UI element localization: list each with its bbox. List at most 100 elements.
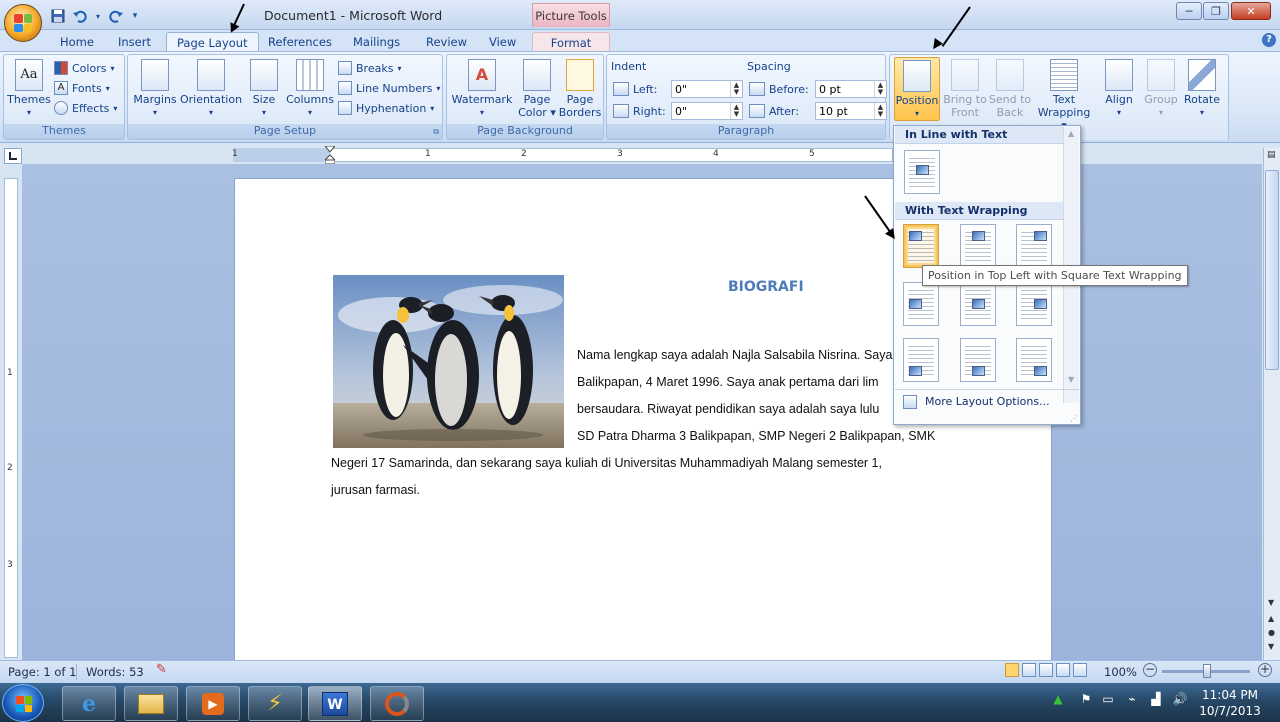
zoom-out-icon[interactable]: − <box>1143 663 1157 677</box>
taskbar-media-player[interactable]: ▶ <box>186 686 240 721</box>
tab-format[interactable]: Format <box>532 32 610 52</box>
tab-references[interactable]: References <box>258 32 342 52</box>
proofing-icon[interactable]: ✎ <box>156 662 172 678</box>
columns-button[interactable]: Columns ▾ <box>286 59 334 119</box>
tab-mailings[interactable]: Mailings <box>343 32 410 52</box>
redo-icon[interactable] <box>108 8 124 24</box>
rotate-button[interactable]: Rotate ▾ <box>1182 59 1222 119</box>
draft-icon[interactable] <box>1073 663 1087 677</box>
colors-button[interactable]: Colors ▾ <box>54 58 117 78</box>
tab-home[interactable]: Home <box>50 32 104 52</box>
help-icon[interactable]: ? <box>1262 33 1276 47</box>
word-count-status[interactable]: Words: 53 <box>86 665 144 679</box>
tooltip: Position in Top Left with Square Text Wr… <box>922 265 1188 286</box>
tray-device-icon[interactable]: ▭ <box>1100 692 1116 708</box>
gallery-scroll-down-icon[interactable]: ▼ <box>1068 375 1074 384</box>
indent-left-value[interactable]: 0" <box>672 83 730 96</box>
tray-signal-icon[interactable]: ▟ <box>1148 692 1164 708</box>
text-wrapping-button[interactable]: Text Wrapping ▾ <box>1034 59 1094 132</box>
taskbar-clock[interactable]: 11:04 PM 10/7/2013 <box>1194 687 1266 719</box>
office-button[interactable] <box>4 4 42 42</box>
spacing-after-spinner[interactable]: 10 pt ▲ ▼ <box>815 102 887 120</box>
next-page-icon[interactable]: ▼ <box>1268 642 1274 651</box>
position-bottom-left-option[interactable] <box>903 338 939 382</box>
effects-button[interactable]: Effects ▾ <box>54 98 117 118</box>
maximize-button[interactable]: ❐ <box>1203 2 1229 20</box>
spacing-before-value[interactable]: 0 pt <box>816 83 874 96</box>
zoom-in-icon[interactable]: + <box>1258 663 1272 677</box>
tray-network-app-icon[interactable]: ▲ <box>1050 692 1066 708</box>
send-to-back-button[interactable]: Send to Back <box>988 59 1032 119</box>
start-button[interactable] <box>2 684 44 722</box>
orientation-button[interactable]: Orientation ▾ <box>180 59 242 119</box>
size-button[interactable]: Size ▾ <box>246 59 282 119</box>
taskbar-internet-explorer[interactable]: e <box>62 686 116 721</box>
tab-review[interactable]: Review <box>416 32 477 52</box>
indent-right-value[interactable]: 0" <box>672 105 730 118</box>
full-screen-reading-icon[interactable] <box>1022 663 1036 677</box>
indent-left-spinner[interactable]: 0" ▲ ▼ <box>671 80 743 98</box>
group-button[interactable]: Group ▾ <box>1142 59 1180 119</box>
watermark-button[interactable]: A Watermark ▾ <box>451 59 513 119</box>
spacing-after-value[interactable]: 10 pt <box>816 105 874 118</box>
spacing-before-spinner[interactable]: 0 pt ▲ ▼ <box>815 80 887 98</box>
resize-grip-icon[interactable]: ⋰ <box>1070 414 1078 423</box>
position-top-center-option[interactable] <box>960 224 996 268</box>
tray-flag-icon[interactable]: ⚑ <box>1078 692 1094 708</box>
align-button[interactable]: Align ▾ <box>1100 59 1138 119</box>
scrollbar-thumb[interactable] <box>1265 170 1279 370</box>
web-layout-icon[interactable] <box>1039 663 1053 677</box>
page-count-status[interactable]: Page: 1 of 1 <box>8 665 76 679</box>
breaks-button[interactable]: Breaks ▾ <box>338 58 440 78</box>
bring-to-front-button[interactable]: Bring to Front <box>942 59 988 119</box>
position-bottom-right-option[interactable] <box>1016 338 1052 382</box>
tray-usb-icon[interactable]: ⌁ <box>1124 692 1140 708</box>
undo-icon[interactable] <box>72 8 88 24</box>
taskbar-windows-explorer[interactable] <box>124 686 178 721</box>
previous-page-icon[interactable]: ▲ <box>1268 614 1274 623</box>
indent-marker[interactable] <box>323 145 337 165</box>
position-button[interactable]: Position ▾ <box>894 57 940 121</box>
tab-insert[interactable]: Insert <box>108 32 161 52</box>
zoom-slider-thumb[interactable] <box>1203 664 1211 678</box>
scroll-down-icon[interactable]: ▼ <box>1268 598 1274 607</box>
tab-selector[interactable] <box>4 148 22 164</box>
vertical-ruler[interactable] <box>4 178 18 658</box>
page-setup-launcher-icon[interactable]: ⧉ <box>433 127 439 137</box>
position-bottom-center-option[interactable] <box>960 338 996 382</box>
ruler-toggle-icon[interactable]: ▤ <box>1267 150 1276 160</box>
position-middle-right-option[interactable] <box>1016 282 1052 326</box>
minimize-button[interactable]: ─ <box>1176 2 1202 20</box>
position-middle-center-option[interactable] <box>960 282 996 326</box>
tab-page-layout[interactable]: Page Layout <box>166 32 259 52</box>
themes-button[interactable]: Aa Themes ▾ <box>7 59 51 119</box>
position-inline-option[interactable] <box>904 150 940 194</box>
page-borders-button[interactable]: Page Borders <box>559 59 601 119</box>
fonts-button[interactable]: A Fonts ▾ <box>54 78 117 98</box>
taskbar-microsoft-word[interactable]: W <box>308 686 362 721</box>
tray-volume-icon[interactable]: 🔊 <box>1172 692 1188 708</box>
select-browse-object-icon[interactable]: ● <box>1268 628 1275 637</box>
taskbar-app[interactable]: ⚡ <box>248 686 302 721</box>
outline-icon[interactable] <box>1056 663 1070 677</box>
vertical-scrollbar[interactable]: ▤ ▼ ▲ ● ▼ <box>1263 148 1280 660</box>
hyphenation-button[interactable]: Hyphenation ▾ <box>338 98 440 118</box>
margins-button[interactable]: Margins ▾ <box>133 59 177 119</box>
position-middle-left-option[interactable] <box>903 282 939 326</box>
undo-dropdown-icon[interactable]: ▾ <box>94 8 102 24</box>
gallery-scroll-up-icon[interactable]: ▲ <box>1068 129 1074 138</box>
line-numbers-button[interactable]: Line Numbers ▾ <box>338 78 440 98</box>
close-button[interactable]: ✕ <box>1231 2 1271 20</box>
save-icon[interactable] <box>50 8 66 24</box>
page-color-button[interactable]: Page Color ▾ <box>517 59 557 119</box>
tab-view[interactable]: View <box>479 32 526 52</box>
more-layout-options-item[interactable]: More Layout Options... <box>895 389 1079 413</box>
print-layout-icon[interactable] <box>1005 663 1019 677</box>
position-top-left-option[interactable] <box>903 224 939 268</box>
indent-right-spinner[interactable]: 0" ▲ ▼ <box>671 102 743 120</box>
taskbar-app-2[interactable] <box>370 686 424 721</box>
position-top-right-option[interactable] <box>1016 224 1052 268</box>
zoom-level[interactable]: 100% <box>1104 665 1137 679</box>
penguins-picture[interactable] <box>333 275 564 448</box>
customize-qat-icon[interactable]: ▾ <box>130 8 140 24</box>
